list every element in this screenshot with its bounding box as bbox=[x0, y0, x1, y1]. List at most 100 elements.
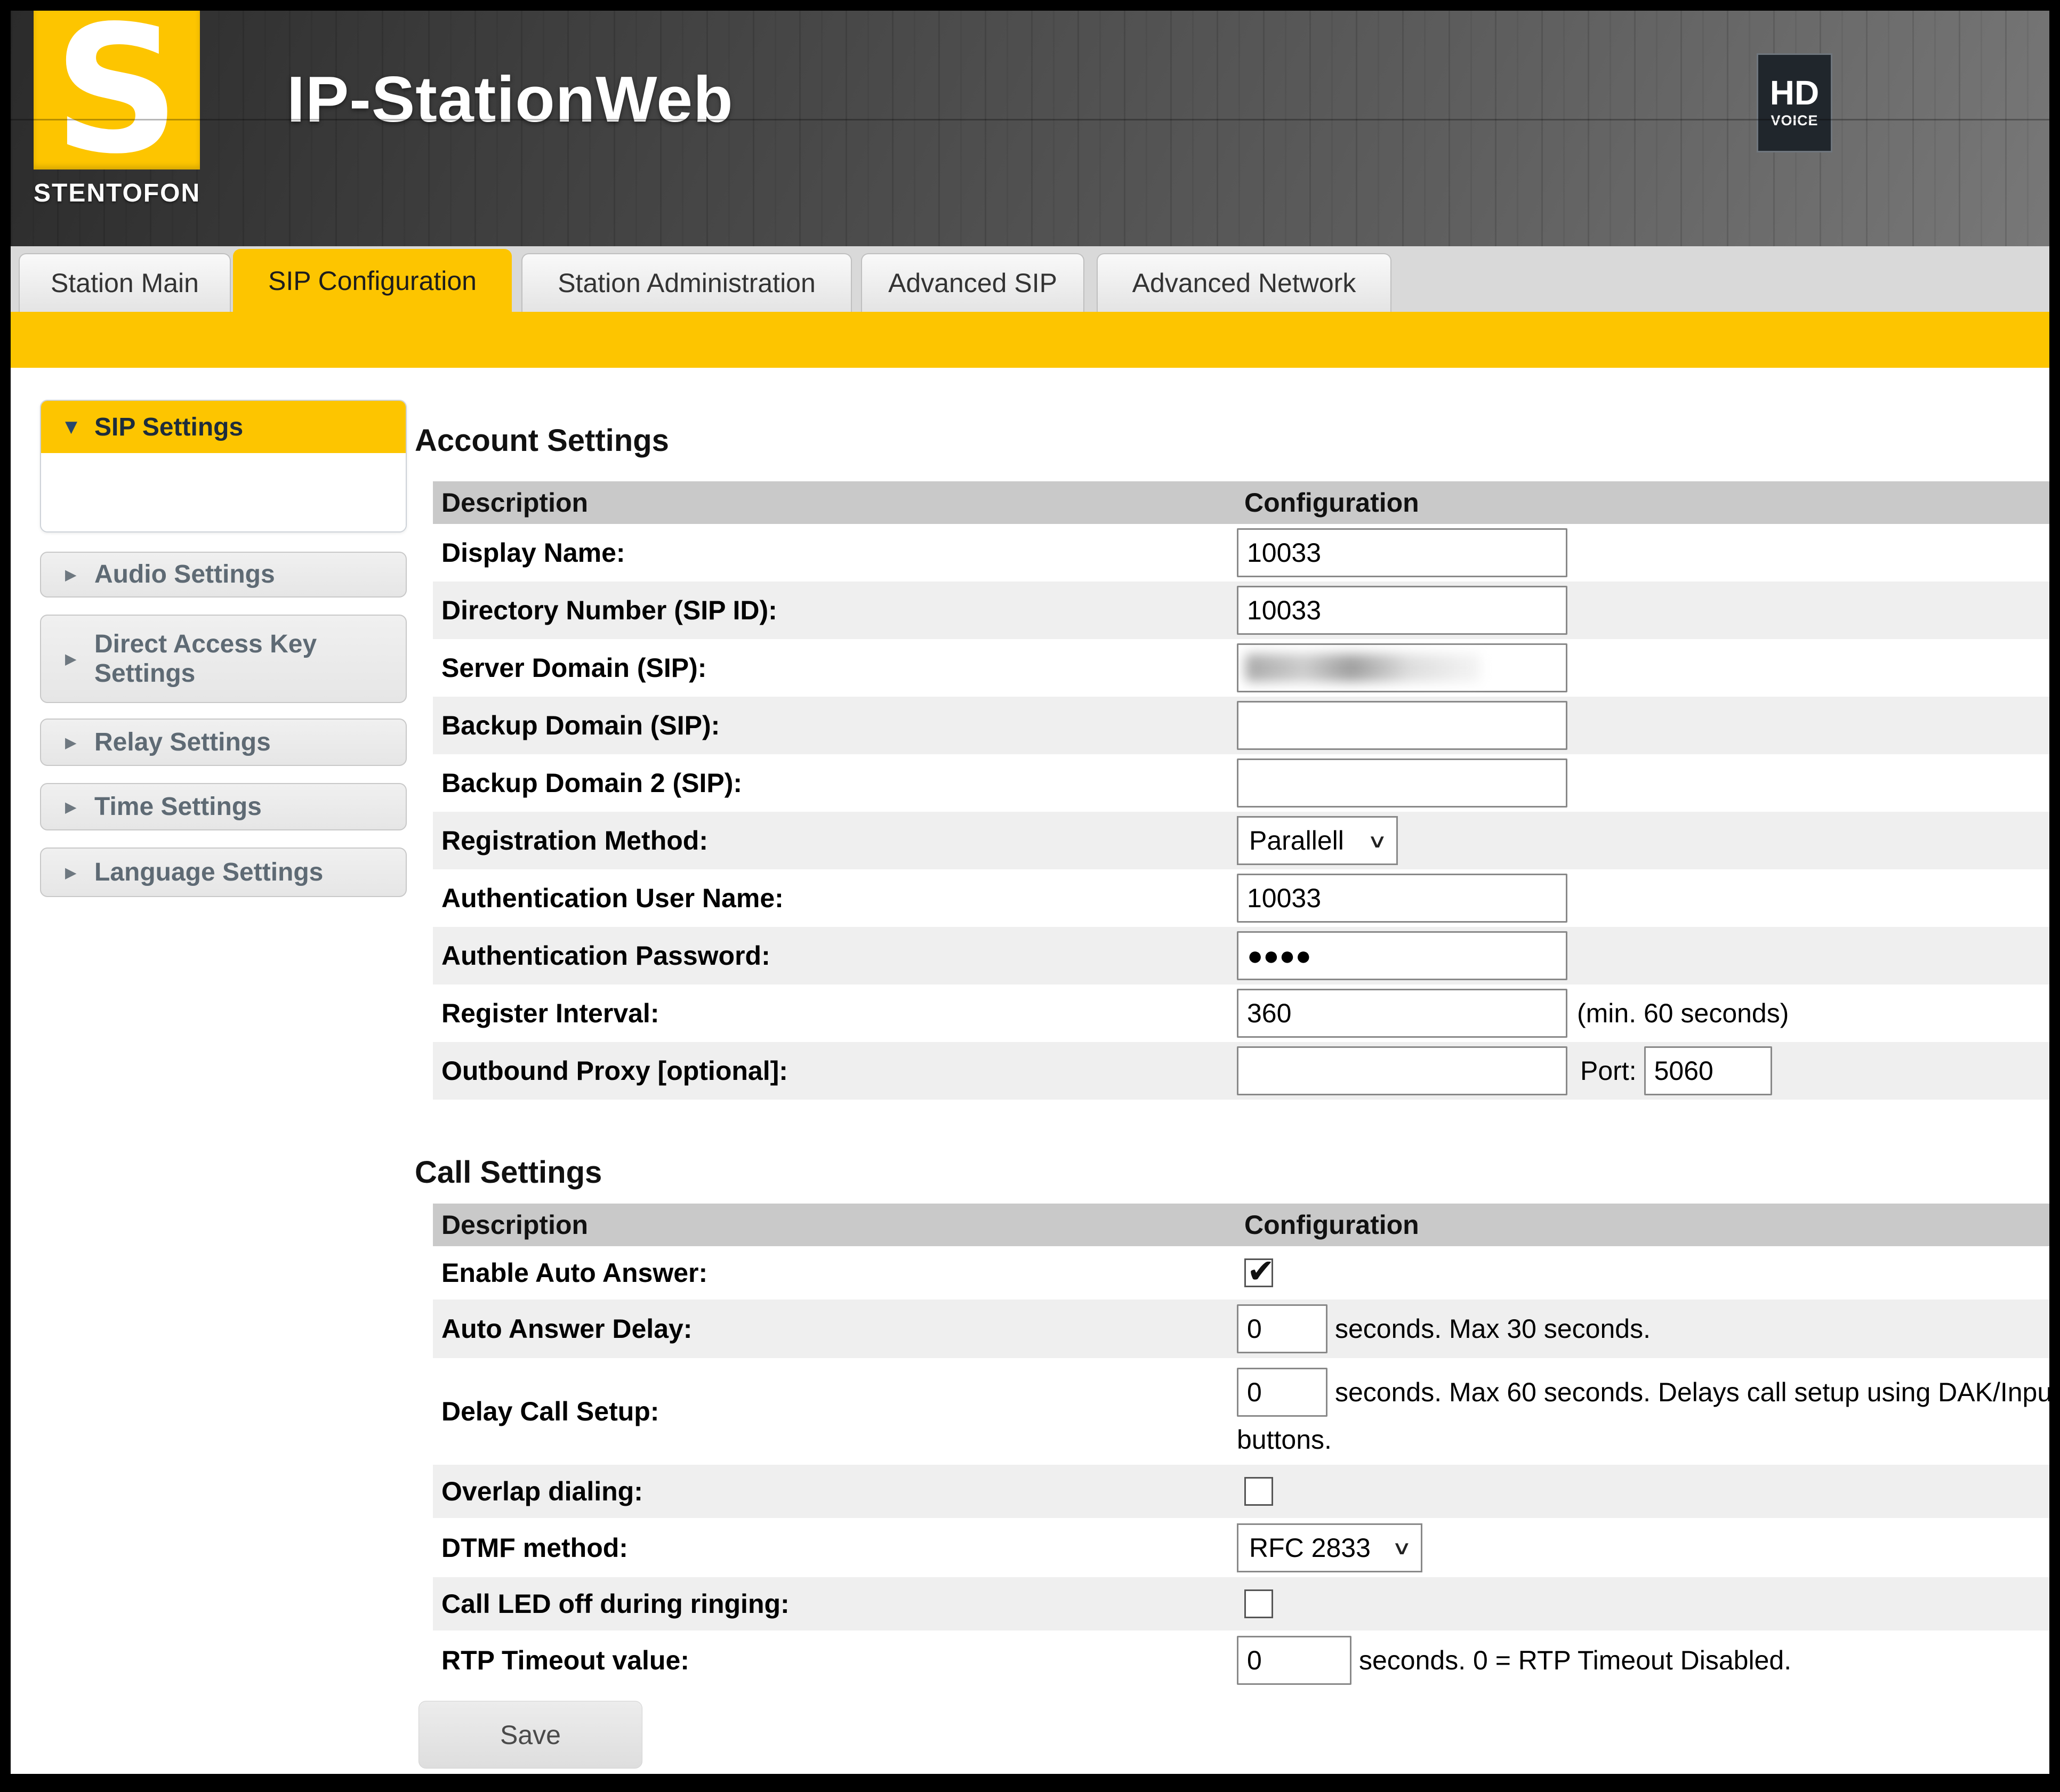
sidebar-item-relay-settings[interactable]: ▶ Relay Settings bbox=[40, 719, 407, 766]
hd-voice-badge: HD VOICE bbox=[1757, 53, 1832, 152]
enable-auto-answer-checkbox[interactable]: ✔ bbox=[1244, 1258, 1273, 1287]
backup-domain-input[interactable] bbox=[1237, 701, 1567, 750]
row-label: Delay Call Setup: bbox=[441, 1396, 659, 1427]
server-domain-input[interactable] bbox=[1237, 643, 1567, 692]
row-label: Call LED off during ringing: bbox=[441, 1588, 790, 1619]
triangle-right-icon: ▶ bbox=[65, 733, 77, 751]
sidebar-item-language-settings[interactable]: ▶ Language Settings bbox=[40, 847, 407, 897]
backup-domain-2-input[interactable] bbox=[1237, 758, 1567, 808]
tab-advanced-network[interactable]: Advanced Network bbox=[1097, 253, 1391, 312]
triangle-right-icon: ▶ bbox=[65, 798, 77, 816]
directory-number-input[interactable] bbox=[1237, 586, 1567, 635]
triangle-right-icon: ▶ bbox=[65, 650, 77, 668]
active-tab-band bbox=[11, 312, 2049, 368]
row-label: Directory Number (SIP ID): bbox=[441, 595, 777, 626]
row-label: Authentication Password: bbox=[441, 940, 770, 971]
table-row-auto-answer-delay: Auto Answer Delay: seconds. Max 30 secon… bbox=[433, 1299, 2049, 1358]
table-row-rtp-timeout: RTP Timeout value: seconds. 0 = RTP Time… bbox=[433, 1630, 2049, 1690]
display-name-input[interactable] bbox=[1237, 528, 1567, 577]
register-interval-input[interactable] bbox=[1237, 989, 1567, 1038]
row-label: RTP Timeout value: bbox=[441, 1645, 689, 1676]
row-label: Authentication User Name: bbox=[441, 883, 784, 914]
outbound-proxy-port-input[interactable] bbox=[1644, 1046, 1772, 1095]
table-row-backup-domain: Backup Domain (SIP): bbox=[433, 697, 2049, 754]
tab-station-main[interactable]: Station Main bbox=[19, 253, 231, 312]
table-row-authentication-password: Authentication Password: bbox=[433, 927, 2049, 984]
sidebar-item-time-settings[interactable]: ▶ Time Settings bbox=[40, 783, 407, 830]
hd-badge-line1: HD bbox=[1770, 77, 1819, 109]
sidebar-item-audio-settings[interactable]: ▶ Audio Settings bbox=[40, 552, 407, 598]
delay-call-setup-note-line2: buttons. bbox=[1237, 1424, 1332, 1455]
column-header-configuration: Configuration bbox=[1237, 487, 2049, 518]
sidebar-item-direct-access-key-settings[interactable]: ▶ Direct Access Key Settings bbox=[40, 615, 407, 703]
chevron-down-icon: ∨ bbox=[1367, 829, 1387, 852]
overlap-dialing-checkbox[interactable]: ✔ bbox=[1244, 1477, 1273, 1506]
row-label: Backup Domain (SIP): bbox=[441, 710, 720, 741]
register-interval-note: (min. 60 seconds) bbox=[1577, 998, 1789, 1029]
triangle-right-icon: ▶ bbox=[65, 863, 77, 881]
save-button[interactable]: Save bbox=[419, 1701, 642, 1769]
tab-sip-configuration[interactable]: SIP Configuration bbox=[233, 249, 512, 313]
row-label: Outbound Proxy [optional]: bbox=[441, 1055, 788, 1086]
content-area: ▼ SIP Settings ▶ Audio Settings ▶ Direct… bbox=[11, 368, 2049, 1774]
table-row-overlap-dialing: Overlap dialing: ✔ bbox=[433, 1465, 2049, 1518]
tab-bar: Station Main SIP Configuration Station A… bbox=[11, 246, 2049, 312]
sidebar-item-sip-settings[interactable]: ▼ SIP Settings bbox=[40, 400, 407, 532]
ip-stationweb-page: S STENTOFON IP-StationWeb HD VOICE Stati… bbox=[0, 0, 2060, 1792]
call-led-off-checkbox[interactable]: ✔ bbox=[1244, 1589, 1273, 1618]
sidebar-item-label: Language Settings bbox=[94, 858, 339, 887]
authentication-user-name-input[interactable] bbox=[1237, 874, 1567, 923]
sidebar-item-label: Direct Access Key Settings bbox=[94, 629, 406, 688]
call-settings-heading: Call Settings bbox=[415, 1155, 602, 1190]
table-row-outbound-proxy: Outbound Proxy [optional]: Port: bbox=[433, 1042, 2049, 1100]
column-header-configuration: Configuration bbox=[1237, 1209, 2049, 1240]
authentication-password-input[interactable] bbox=[1237, 931, 1567, 980]
table-header-row: Description Configuration bbox=[433, 1204, 2049, 1246]
app-title: IP-StationWeb bbox=[287, 62, 734, 136]
account-settings-heading: Account Settings bbox=[415, 423, 669, 458]
row-label: Backup Domain 2 (SIP): bbox=[441, 768, 742, 798]
column-header-description: Description bbox=[433, 1209, 1237, 1240]
dtmf-method-select[interactable]: RFC 2833 ∨ bbox=[1237, 1523, 1422, 1572]
port-label: Port: bbox=[1580, 1055, 1637, 1086]
call-settings-table: Description Configuration Enable Auto An… bbox=[433, 1204, 2049, 1690]
rtp-timeout-note: seconds. 0 = RTP Timeout Disabled. bbox=[1359, 1645, 1791, 1676]
sidebar-item-label: Relay Settings bbox=[94, 728, 287, 757]
logo-letter: S bbox=[53, 11, 180, 169]
table-row-enable-auto-answer: Enable Auto Answer: ✔ bbox=[433, 1246, 2049, 1299]
auto-answer-delay-input[interactable] bbox=[1237, 1304, 1327, 1353]
table-row-authentication-user-name: Authentication User Name: bbox=[433, 869, 2049, 927]
brand-name: STENTOFON bbox=[34, 179, 200, 208]
tab-advanced-sip[interactable]: Advanced SIP bbox=[861, 253, 1084, 312]
stentofon-logo-icon: S bbox=[34, 11, 200, 169]
row-label: Enable Auto Answer: bbox=[441, 1257, 707, 1288]
selected-option: RFC 2833 bbox=[1249, 1532, 1371, 1563]
row-label: Display Name: bbox=[441, 537, 625, 568]
row-label: DTMF method: bbox=[441, 1532, 628, 1563]
table-row-delay-call-setup: Delay Call Setup: seconds. Max 60 second… bbox=[433, 1358, 2049, 1465]
table-header-row: Description Configuration bbox=[433, 481, 2049, 524]
delay-call-setup-note: seconds. Max 60 seconds. Delays call set… bbox=[1335, 1377, 2049, 1408]
check-icon: ✔ bbox=[1247, 1252, 1275, 1290]
sidebar-sip-settings-header[interactable]: ▼ SIP Settings bbox=[41, 401, 406, 453]
tab-station-administration[interactable]: Station Administration bbox=[521, 253, 852, 312]
row-label: Overlap dialing: bbox=[441, 1476, 643, 1507]
row-label: Register Interval: bbox=[441, 998, 659, 1029]
column-header-description: Description bbox=[433, 487, 1237, 518]
row-label: Registration Method: bbox=[441, 825, 708, 856]
outbound-proxy-input[interactable] bbox=[1237, 1046, 1567, 1095]
row-label: Server Domain (SIP): bbox=[441, 652, 706, 683]
table-row-registration-method: Registration Method: Parallell ∨ bbox=[433, 812, 2049, 869]
sidebar-sip-settings-panel bbox=[41, 453, 406, 532]
selected-option: Parallell bbox=[1249, 825, 1344, 856]
sidebar-item-label: Time Settings bbox=[94, 792, 278, 821]
triangle-right-icon: ▶ bbox=[65, 566, 77, 584]
table-row-display-name: Display Name: bbox=[433, 524, 2049, 582]
auto-answer-delay-note: seconds. Max 30 seconds. bbox=[1335, 1313, 1651, 1344]
table-row-register-interval: Register Interval: (min. 60 seconds) bbox=[433, 984, 2049, 1042]
sidebar-item-label: Audio Settings bbox=[94, 560, 291, 589]
rtp-timeout-input[interactable] bbox=[1237, 1636, 1351, 1685]
registration-method-select[interactable]: Parallell ∨ bbox=[1237, 816, 1398, 865]
delay-call-setup-input[interactable] bbox=[1237, 1368, 1327, 1417]
table-row-directory-number: Directory Number (SIP ID): bbox=[433, 582, 2049, 639]
